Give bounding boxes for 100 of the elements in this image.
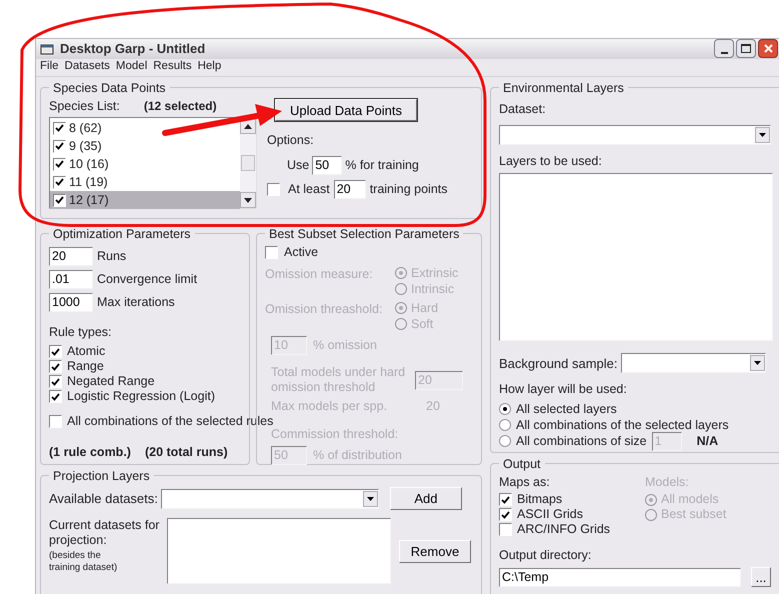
label: (20 total runs): [144, 444, 228, 461]
label: Extrinsic: [411, 264, 458, 282]
species-list-item[interactable]: 12 (17): [50, 191, 240, 210]
label: Available datasets:: [49, 490, 158, 508]
menu-item[interactable]: File: [40, 58, 59, 76]
label: Max models per spp.: [271, 398, 388, 415]
add-button[interactable]: Add: [390, 487, 462, 510]
label: % of distribution: [313, 446, 402, 464]
radio-button[interactable]: [499, 419, 511, 432]
label: Total models under hard omission threshold: [271, 365, 406, 395]
label: Hard: [411, 300, 438, 317]
label: Use: [287, 157, 310, 174]
checkbox[interactable]: [53, 194, 66, 207]
browse-button[interactable]: ...: [751, 567, 771, 587]
label: Options:: [267, 132, 315, 150]
label: Background sample:: [499, 354, 618, 373]
label: % for training: [345, 157, 419, 174]
checkbox[interactable]: [499, 508, 512, 521]
radio-button[interactable]: [499, 435, 511, 448]
label: All models: [661, 491, 719, 508]
close-icon: [764, 44, 772, 54]
label: Dataset:: [499, 102, 546, 116]
species-list-item[interactable]: 9 (35): [50, 137, 240, 156]
label: Runs: [97, 248, 126, 266]
radio-button[interactable]: [499, 403, 511, 416]
menu-item[interactable]: Datasets: [64, 58, 110, 76]
check-icon: [55, 196, 64, 204]
label: Negated Range: [67, 373, 155, 390]
text-field[interactable]: 1000: [49, 293, 93, 312]
menu-item[interactable]: Help: [198, 58, 222, 76]
menu-item[interactable]: Model: [116, 58, 148, 76]
radio-button[interactable]: [645, 494, 657, 506]
menu-item[interactable]: Results: [153, 58, 192, 76]
label: N/A: [696, 432, 718, 450]
remove-button[interactable]: Remove: [399, 540, 471, 563]
group-title: Optimization Parameters: [52, 226, 192, 243]
radio-button[interactable]: [645, 508, 657, 520]
check-icon: [55, 160, 64, 168]
label: All combinations of size: [516, 432, 647, 450]
species-list-item[interactable]: 11 (19): [50, 173, 240, 192]
group-title: Species Data Points: [52, 80, 167, 97]
window-title: Desktop Garp - Untitled: [60, 40, 206, 58]
label: Omission measure:: [265, 266, 374, 283]
checkbox[interactable]: [499, 493, 512, 506]
label: All selected layers: [516, 400, 617, 418]
directory-field[interactable]: C:\Temp: [499, 568, 741, 586]
group-title: Best Subset Selection Parameters: [268, 226, 460, 242]
label: Species List:: [49, 98, 120, 115]
upload-button[interactable]: Upload Data Points: [275, 99, 417, 122]
label: Models:: [645, 474, 690, 492]
text-field[interactable]: 20: [334, 180, 366, 199]
label: Atomic: [67, 343, 106, 360]
checkbox[interactable]: [49, 360, 62, 374]
checkbox[interactable]: [499, 523, 512, 536]
label: Convergence limit: [97, 271, 198, 288]
label: Current datasets for projection:: [49, 518, 160, 548]
scrollbar[interactable]: [240, 118, 256, 208]
dropdown-field[interactable]: [499, 125, 771, 146]
label: All combinations of the selected rules: [67, 413, 274, 429]
group-title: Output: [502, 456, 542, 473]
dropdown-field[interactable]: [620, 353, 766, 374]
checkbox[interactable]: [49, 415, 62, 428]
label: Commission threshold:: [271, 426, 398, 441]
label: training points: [370, 181, 448, 198]
group-title: Environmental Layers: [502, 80, 625, 97]
label: Output directory:: [499, 548, 592, 562]
text-field[interactable]: 50: [312, 156, 342, 175]
label: (1 rule comb.): [49, 444, 131, 461]
label: ARC/INFO Grids: [517, 521, 610, 538]
label: How layer will be used:: [499, 382, 627, 396]
checkbox[interactable]: [49, 375, 62, 388]
close-button[interactable]: [758, 39, 778, 58]
label: All combinations of the selected layers: [516, 416, 729, 434]
checkbox[interactable]: [49, 390, 62, 404]
window-icon: [40, 42, 54, 55]
scroll-up-icon[interactable]: [244, 124, 252, 129]
label: Range: [67, 358, 104, 376]
dropdown-field[interactable]: [160, 488, 379, 509]
label: At least: [288, 181, 330, 198]
label: Bitmaps: [517, 491, 562, 508]
text-field[interactable]: .01: [49, 270, 93, 290]
species-list-item[interactable]: 8 (62): [50, 119, 240, 138]
text-field[interactable]: 20: [49, 247, 93, 266]
checkbox[interactable]: [49, 345, 62, 358]
checkbox[interactable]: [267, 183, 280, 196]
scroll-thumb[interactable]: [241, 155, 255, 172]
label: Omission threashold:: [265, 301, 384, 318]
note: (besides the training dataset): [49, 550, 118, 574]
check-icon: [55, 142, 64, 150]
group-title: Projection Layers: [52, 468, 151, 485]
checkbox[interactable]: [53, 176, 66, 189]
maximize-button[interactable]: [736, 39, 756, 58]
check-icon: [55, 124, 64, 132]
minimize-button[interactable]: [714, 39, 734, 58]
label: Layers to be used:: [499, 154, 602, 168]
label: Maps as:: [499, 474, 551, 492]
scroll-down-icon[interactable]: [244, 198, 252, 203]
species-list-item[interactable]: 10 (16): [50, 155, 240, 174]
label: Logistic Regression (Logit): [67, 388, 215, 406]
check-icon: [55, 178, 64, 186]
